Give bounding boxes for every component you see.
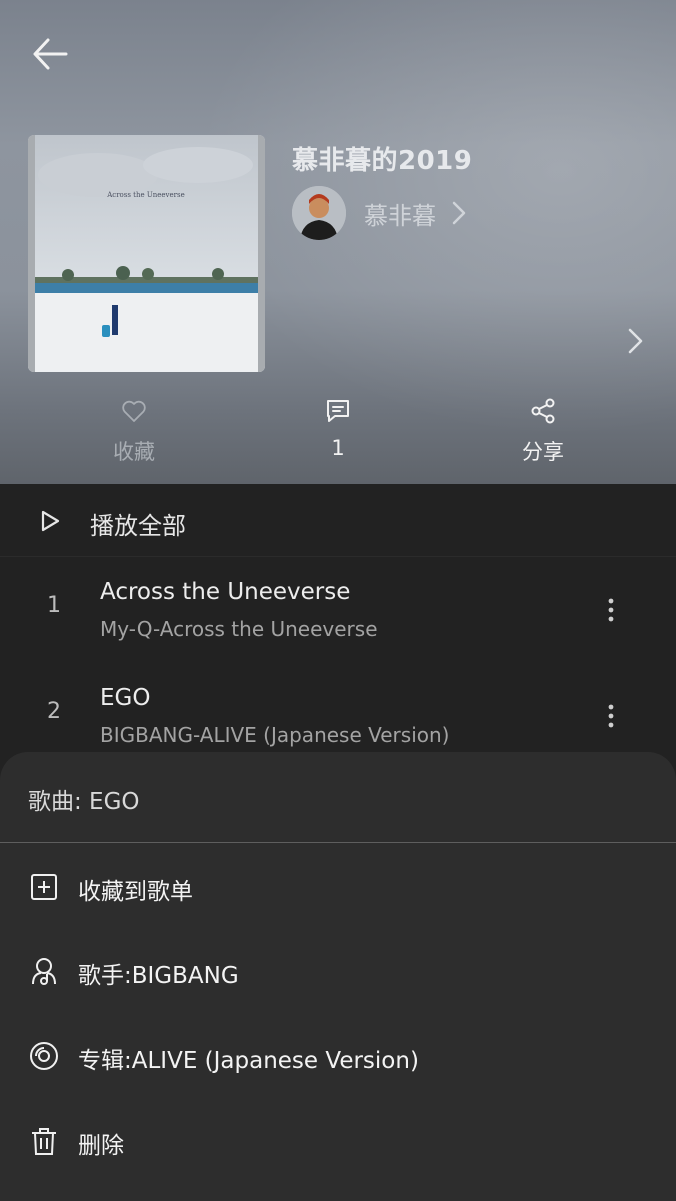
back-arrow-icon[interactable]: [30, 36, 70, 72]
play-all-button[interactable]: 播放全部: [0, 484, 676, 557]
song-list: 播放全部 1 Across the Uneeverse My-Q-Across …: [0, 484, 676, 784]
artist-icon: [32, 958, 56, 985]
playlist-title: 慕非暮的2019: [292, 146, 473, 176]
comment-icon: [327, 400, 349, 422]
creator-name: 慕非暮: [364, 201, 436, 230]
song-artist-album: BIGBANG-ALIVE (Japanese Version): [100, 723, 450, 747]
option-label: 专辑:ALIVE (Japanese Version): [78, 1048, 419, 1074]
cover-title-text: Across the Uneeverse: [106, 191, 185, 199]
collect-button[interactable]: 收藏: [74, 396, 194, 466]
song-index: 1: [47, 593, 61, 618]
option-label: 删除: [78, 1133, 124, 1159]
song-title: EGO: [100, 685, 151, 711]
option-label: 收藏到歌单: [78, 879, 193, 905]
song-artist-album: My-Q-Across the Uneeverse: [100, 617, 378, 641]
share-label: 分享: [522, 440, 564, 464]
collect-label: 收藏: [113, 440, 155, 464]
heart-icon: [122, 400, 146, 422]
album-icon: [30, 1042, 58, 1070]
share-icon: [531, 398, 555, 424]
play-icon: [41, 510, 60, 532]
song-options-sheet: 歌曲: EGO 收藏到歌单 歌手:BIGBANG 专辑:ALIVE (Japan…: [0, 752, 676, 1201]
more-vertical-icon[interactable]: [603, 701, 619, 731]
avatar[interactable]: [292, 186, 346, 240]
add-box-icon: [31, 874, 57, 900]
comment-count: 1: [331, 436, 345, 460]
playlist-cover[interactable]: Across the Uneeverse: [28, 135, 265, 372]
option-label: 歌手:BIGBANG: [78, 963, 239, 989]
song-row[interactable]: 1 Across the Uneeverse My-Q-Across the U…: [0, 557, 676, 663]
album-option[interactable]: 专辑:ALIVE (Japanese Version): [0, 1025, 676, 1085]
comment-button[interactable]: 1: [278, 396, 398, 460]
chevron-right-icon: [452, 201, 466, 225]
sheet-title: 歌曲: EGO: [28, 789, 140, 815]
artist-option[interactable]: 歌手:BIGBANG: [0, 940, 676, 1000]
add-to-playlist-option[interactable]: 收藏到歌单: [0, 856, 676, 916]
avatar-image: [292, 186, 346, 240]
song-title: Across the Uneeverse: [100, 579, 351, 605]
creator-link[interactable]: 慕非暮: [292, 186, 468, 240]
playlist-header: Across the Uneeverse 慕非暮的2019 慕非暮 收藏 1 分…: [0, 0, 676, 484]
delete-option[interactable]: 删除: [0, 1110, 676, 1170]
play-all-label: 播放全部: [90, 512, 186, 540]
trash-icon: [32, 1128, 56, 1155]
cover-art-image: Across the Uneeverse: [28, 135, 265, 372]
more-vertical-icon[interactable]: [603, 595, 619, 625]
song-index: 2: [47, 699, 61, 724]
details-chevron-icon[interactable]: [624, 326, 646, 356]
divider: [0, 842, 676, 843]
share-button[interactable]: 分享: [483, 396, 603, 466]
